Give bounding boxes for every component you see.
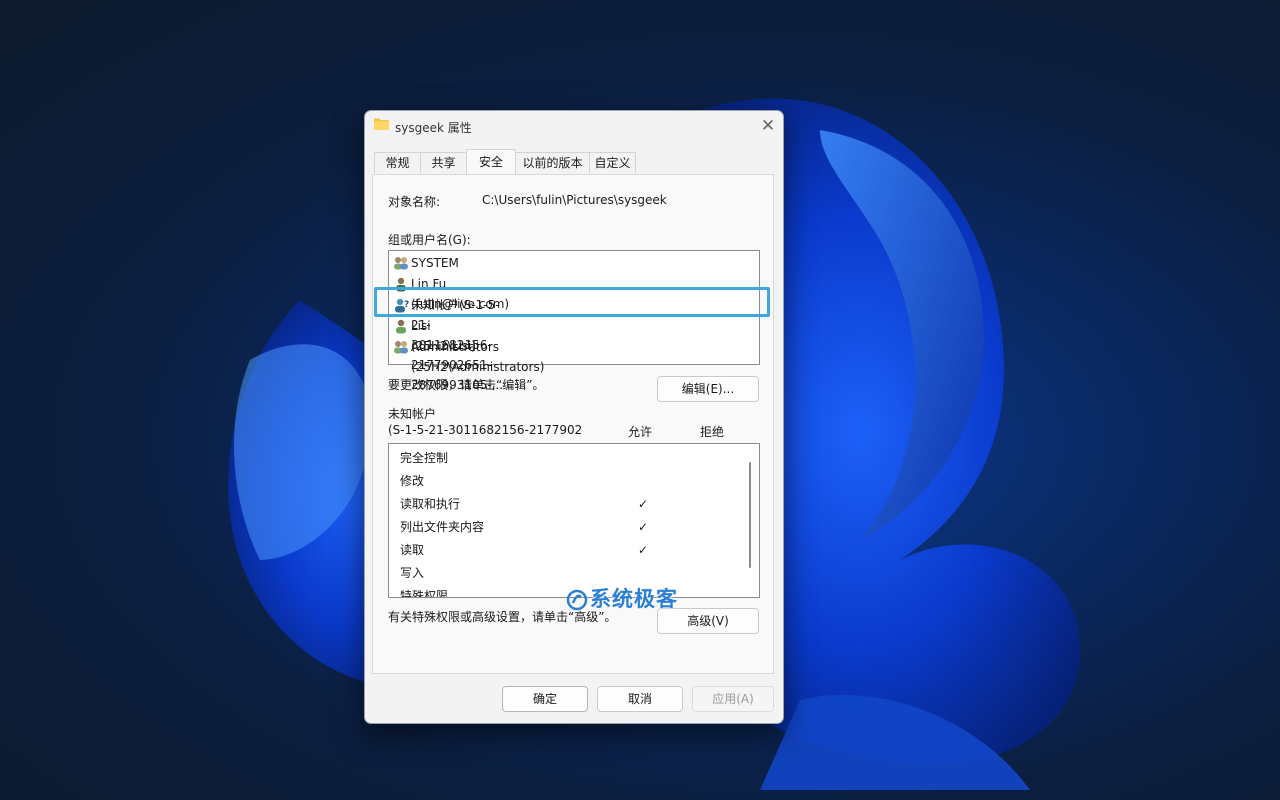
permission-row: 写入 bbox=[400, 563, 740, 583]
object-name-value: C:\Users\fulin\Pictures\sysgeek bbox=[482, 193, 667, 207]
permissions-list[interactable]: 完全控制 修改 读取和执行 ✓ 列出文件夹内容 ✓ 读取 ✓ 写入 特殊权限 bbox=[388, 443, 760, 598]
svg-text:?: ? bbox=[404, 300, 409, 310]
scrollbar-thumb[interactable] bbox=[749, 462, 751, 568]
group-label: 组或用户名(G): bbox=[388, 233, 471, 247]
allow-column-header: 允许 bbox=[628, 425, 653, 439]
permission-label: 写入 bbox=[400, 566, 425, 580]
tab-sharing[interactable]: 共享 bbox=[420, 152, 467, 173]
permissions-for-label: 未知帐户 bbox=[388, 407, 437, 421]
tab-general[interactable]: 常规 bbox=[374, 152, 421, 173]
watermark-logo-icon bbox=[566, 589, 588, 611]
permission-row: 读取和执行 ✓ bbox=[400, 494, 740, 514]
user-list[interactable]: SYSTEM Lin Fu (fulin@live.com) ? 未知帐户(S-… bbox=[388, 250, 760, 392]
list-item-label: Administrators (25H2\Administrators) bbox=[411, 340, 545, 374]
permission-label: 特殊权限 bbox=[400, 589, 449, 598]
tab-security[interactable]: 安全 bbox=[466, 149, 516, 174]
unknown-user-icon: ? bbox=[395, 298, 409, 313]
object-name-label: 对象名称: bbox=[388, 195, 441, 209]
permission-label: 读取 bbox=[400, 543, 425, 557]
allow-check-icon: ✓ bbox=[638, 520, 649, 534]
user-icon bbox=[396, 319, 406, 334]
title-bar[interactable]: sysgeek 属性 ✕ bbox=[365, 111, 783, 141]
group-icon bbox=[394, 341, 408, 354]
apply-button[interactable]: 应用(A) bbox=[692, 686, 774, 712]
dialog-footer: 确定 取消 应用(A) bbox=[365, 674, 783, 723]
group-icon bbox=[394, 257, 408, 270]
list-item-label: SYSTEM bbox=[411, 256, 459, 270]
permission-label: 读取和执行 bbox=[400, 497, 461, 511]
deny-column-header: 拒绝 bbox=[700, 425, 725, 439]
tab-customize[interactable]: 自定义 bbox=[589, 152, 636, 173]
user-icon bbox=[396, 277, 406, 292]
close-button[interactable]: ✕ bbox=[753, 111, 783, 141]
ok-button[interactable]: 确定 bbox=[502, 686, 588, 712]
permission-row: 读取 ✓ bbox=[400, 540, 740, 560]
change-permissions-hint: 要更改权限，请单击“编辑”。 bbox=[388, 378, 545, 392]
permission-row: 列出文件夹内容 ✓ bbox=[400, 517, 740, 537]
permissions-for-sid: (S-1-5-21-3011682156-2177902 bbox=[388, 423, 583, 437]
allow-check-icon: ✓ bbox=[638, 543, 649, 557]
folder-icon bbox=[374, 118, 389, 130]
close-icon: ✕ bbox=[760, 116, 776, 136]
watermark-text: 系统极客 bbox=[590, 587, 678, 611]
edit-button[interactable]: 编辑(E)... bbox=[657, 376, 759, 402]
permission-label: 完全控制 bbox=[400, 451, 449, 465]
watermark: 系统极客 bbox=[566, 583, 678, 613]
allow-check-icon: ✓ bbox=[638, 497, 649, 511]
permission-label: 修改 bbox=[400, 474, 425, 488]
tab-previous-versions[interactable]: 以前的版本 bbox=[515, 152, 590, 173]
permission-label: 列出文件夹内容 bbox=[400, 520, 485, 534]
properties-dialog: sysgeek 属性 ✕ 常规 共享 安全 以前的版本 自定义 对象名称: C:… bbox=[364, 110, 784, 724]
permission-row: 完全控制 bbox=[400, 448, 740, 468]
window-title: sysgeek 属性 bbox=[395, 121, 472, 135]
cancel-button[interactable]: 取消 bbox=[597, 686, 683, 712]
permission-row: 修改 bbox=[400, 471, 740, 491]
